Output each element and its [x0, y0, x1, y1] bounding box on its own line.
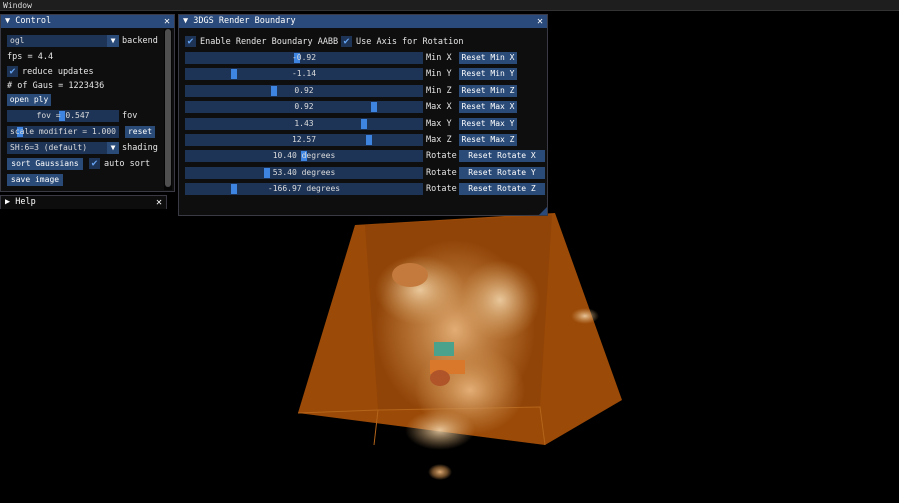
fov-label: fov	[122, 111, 138, 121]
boundary-slider-grab[interactable]	[371, 102, 377, 113]
render-boundary-title: 3DGS Render Boundary	[193, 16, 296, 26]
collapse-arrow-icon[interactable]: ▼	[5, 16, 10, 26]
boundary-slider-value: 53.40 degrees	[272, 167, 336, 177]
reset-scale-button[interactable]: reset	[125, 126, 155, 138]
backend-label: backend	[122, 36, 158, 46]
gaussian-count-text: # of Gaus = 1223436	[7, 81, 105, 91]
sort-gaussians-button[interactable]: sort Gaussians	[7, 158, 83, 170]
boundary-slider-grab[interactable]	[264, 167, 270, 178]
boundary-reset-button[interactable]: Reset Max X	[459, 101, 517, 114]
shading-label: shading	[122, 143, 158, 153]
boundary-slider-grab[interactable]	[271, 85, 277, 96]
boundary-slider[interactable]: 0.92	[185, 84, 423, 97]
render-boundary-titlebar[interactable]: ▼ 3DGS Render Boundary ✕	[179, 15, 547, 28]
boundary-slider[interactable]: 10.40 degrees	[185, 150, 423, 163]
save-image-button[interactable]: save image	[7, 174, 63, 186]
chevron-down-icon[interactable]: ▼	[107, 35, 119, 47]
control-window-titlebar[interactable]: ▼ Control ✕	[1, 15, 174, 28]
backend-select[interactable]: ogl ▼	[7, 35, 119, 47]
close-icon[interactable]: ✕	[164, 15, 170, 28]
boundary-reset-button[interactable]: Reset Min Z	[459, 84, 517, 97]
backend-value: ogl	[10, 36, 25, 45]
boundary-slider-label: Min X	[426, 53, 452, 63]
enable-boundary-checkbox[interactable]: ✔	[185, 36, 196, 47]
scale-modifier-slider[interactable]: scale modifier = 1.000	[7, 126, 119, 138]
boundary-slider[interactable]: -166.97 degrees	[185, 183, 423, 196]
boundary-slider-value: 0.92	[294, 102, 314, 112]
fps-text: fps = 4.4	[7, 52, 54, 62]
boundary-reset-button[interactable]: Reset Rotate Z	[459, 183, 545, 196]
boundary-slider-value: -1.14	[291, 69, 317, 79]
scale-modifier-value: scale modifier = 1.000	[10, 127, 116, 136]
control-scrollbar[interactable]	[164, 29, 172, 190]
boundary-slider[interactable]: -0.92	[185, 52, 423, 64]
shading-select[interactable]: SH:6=3 (default) ▼	[7, 142, 119, 154]
boundary-slider-value: 1.43	[294, 118, 314, 128]
boundary-slider-label: Min Y	[426, 69, 452, 80]
boundary-slider[interactable]: 53.40 degrees	[185, 166, 423, 179]
reduce-updates-label: reduce updates	[22, 67, 94, 77]
control-window-title: Control	[15, 16, 52, 26]
use-axis-rotation-label: Use Axis for Rotation	[356, 37, 464, 47]
boundary-slider-label: Max X	[426, 102, 452, 113]
boundary-slider-value: -0.92	[291, 53, 317, 62]
use-axis-rotation-checkbox[interactable]: ✔	[341, 36, 352, 47]
boundary-slider-value: -166.97 degrees	[267, 184, 341, 194]
render-boundary-window: ▼ 3DGS Render Boundary ✕ ✔ Enable Render…	[178, 14, 548, 216]
chevron-down-icon[interactable]: ▼	[107, 142, 119, 154]
close-icon[interactable]: ✕	[537, 15, 543, 28]
boundary-slider-label: Min Z	[426, 85, 452, 96]
help-window: ▶ Help ✕	[0, 195, 167, 209]
fov-slider[interactable]: fov = 0.547	[7, 110, 119, 122]
boundary-reset-button[interactable]: Reset Min X	[459, 52, 517, 64]
close-icon[interactable]: ✕	[156, 196, 162, 209]
boundary-slider-grab[interactable]	[361, 118, 367, 129]
auto-sort-checkbox[interactable]: ✔	[89, 158, 100, 169]
control-scrollbar-thumb[interactable]	[165, 29, 171, 187]
boundary-reset-button[interactable]: Reset Min Y	[459, 68, 517, 81]
boundary-reset-button[interactable]: Reset Max Z	[459, 134, 517, 146]
boundary-reset-button[interactable]: Reset Max Y	[459, 117, 517, 130]
boundary-slider-value: 10.40 degrees	[272, 151, 336, 161]
open-ply-button[interactable]: open ply	[7, 94, 51, 106]
boundary-reset-button[interactable]: Reset Rotate Y	[459, 166, 545, 179]
boundary-reset-button[interactable]: Reset Rotate X	[459, 150, 545, 163]
resize-grip-icon[interactable]	[539, 207, 547, 215]
collapse-arrow-icon[interactable]: ▼	[183, 16, 188, 26]
reduce-updates-checkbox[interactable]: ✔	[7, 66, 18, 77]
control-window: ▼ Control ✕ ogl ▼ backend fps = 4.4 ✔ re…	[0, 14, 175, 192]
enable-boundary-label: Enable Render Boundary AABB	[200, 37, 339, 47]
fov-value: fov = 0.547	[36, 111, 90, 120]
boundary-slider-grab[interactable]	[366, 135, 372, 145]
boundary-slider[interactable]: -1.14	[185, 68, 423, 81]
boundary-slider-grab[interactable]	[231, 69, 237, 80]
boundary-slider[interactable]: 0.92	[185, 101, 423, 114]
help-window-titlebar[interactable]: ▶ Help ✕	[1, 196, 166, 209]
expand-arrow-icon[interactable]: ▶	[5, 197, 10, 207]
boundary-slider-value: 12.57	[291, 135, 317, 144]
shading-value: SH:6=3 (default)	[10, 143, 88, 152]
boundary-slider-label: Max Y	[426, 118, 452, 129]
boundary-slider[interactable]: 1.43	[185, 117, 423, 130]
boundary-slider[interactable]: 12.57	[185, 134, 423, 146]
boundary-slider-value: 0.92	[294, 85, 314, 95]
boundary-slider-grab[interactable]	[231, 184, 237, 195]
boundary-slider-label: Max Z	[426, 135, 452, 145]
help-window-title: Help	[15, 197, 36, 207]
auto-sort-label: auto sort	[104, 159, 151, 169]
